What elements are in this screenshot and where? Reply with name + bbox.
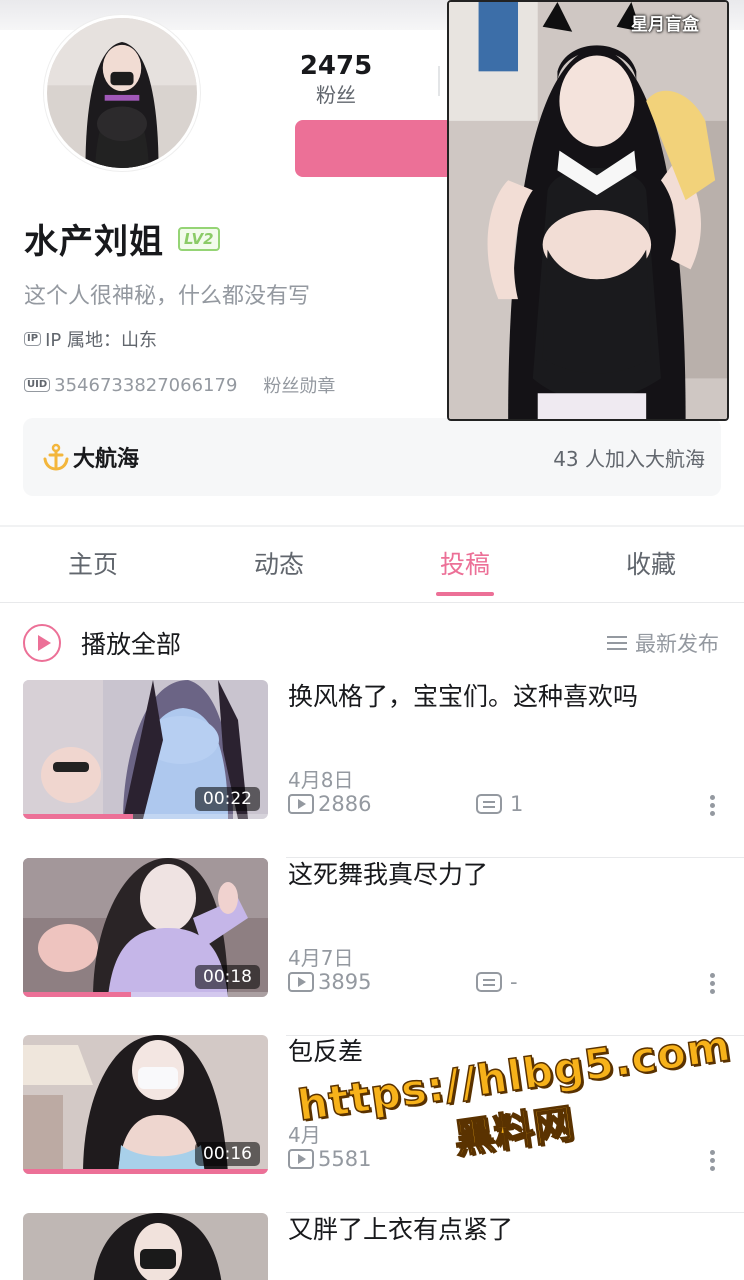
- video-duration: 00:16: [195, 1142, 260, 1166]
- level-badge: LV2: [178, 226, 220, 251]
- video-thumbnail[interactable]: [23, 1213, 268, 1280]
- play-count-icon: [288, 794, 314, 814]
- video-duration: 00:22: [195, 787, 260, 811]
- sort-button[interactable]: 最新发布: [607, 628, 719, 658]
- uid-value[interactable]: 3546733827066179: [54, 375, 237, 396]
- video-stats: 3895 -: [288, 970, 518, 994]
- sort-label: 最新发布: [635, 632, 719, 656]
- floating-ad-image: [449, 2, 727, 419]
- follow-button[interactable]: [295, 120, 455, 177]
- guard-count: 43 人加入大航海: [553, 446, 705, 471]
- bio: 这个人很神秘，什么都没有写: [24, 284, 311, 309]
- watch-progress: [23, 992, 131, 997]
- video-stats: 2886 1: [288, 792, 523, 816]
- play-count: 5581: [318, 1147, 372, 1171]
- video-item[interactable]: 00:18 这死舞我真尽力了 4月7日 3895 -: [0, 858, 744, 1036]
- ip-location-row: IP IP 属地：山东: [24, 326, 157, 352]
- thumbnail-image: [23, 1213, 268, 1280]
- play-count-icon: [288, 972, 314, 992]
- play-all-button[interactable]: 播放全部: [23, 624, 181, 662]
- comment-group: 1: [476, 792, 523, 816]
- uid-row: UID 3546733827066179 粉丝勋章: [24, 372, 335, 398]
- video-thumbnail[interactable]: 00:18: [23, 858, 268, 997]
- video-title[interactable]: 换风格了，宝宝们。这种喜欢吗: [288, 680, 708, 714]
- video-title[interactable]: 又胖了上衣有点紧了: [288, 1213, 708, 1247]
- video-thumbnail[interactable]: 00:22: [23, 680, 268, 819]
- comment-group: -: [476, 970, 518, 994]
- video-date: 4月7日: [288, 946, 354, 970]
- more-menu-icon[interactable]: [708, 792, 716, 819]
- video-item[interactable]: 又胖了上衣有点紧了: [0, 1213, 744, 1280]
- more-menu-icon[interactable]: [708, 970, 716, 997]
- ip-icon: IP: [24, 332, 42, 346]
- watch-progress: [23, 814, 134, 819]
- comment-count: 1: [510, 792, 524, 816]
- video-date: 4月8日: [288, 768, 354, 792]
- watch-progress: [23, 1169, 268, 1174]
- video-stats: 5581: [288, 1147, 371, 1171]
- play-count: 2886: [318, 792, 372, 816]
- followers-label: 粉丝: [316, 83, 356, 107]
- play-circle-icon: [23, 624, 61, 662]
- tab-home[interactable]: 主页: [0, 527, 186, 602]
- list-icon: [607, 632, 627, 654]
- tab-uploads[interactable]: 投稿: [372, 527, 558, 602]
- name-row: 水产刘姐 LV2: [24, 214, 220, 263]
- comment-count: -: [510, 970, 518, 994]
- play-count-icon: [288, 1149, 314, 1169]
- play-count: 3895: [318, 970, 372, 994]
- guard-title: 大航海: [73, 447, 140, 472]
- floating-ad[interactable]: 星月盲盒: [447, 0, 729, 421]
- fan-medal-link[interactable]: 粉丝勋章: [263, 372, 335, 398]
- username: 水产刘姐: [24, 222, 164, 262]
- video-date: 4月: [288, 1123, 321, 1147]
- comment-icon: [476, 794, 502, 814]
- list-header: 播放全部 最新发布: [23, 620, 719, 666]
- comment-icon: [476, 972, 502, 992]
- video-item[interactable]: 00:16 包反差 4月 5581: [0, 1035, 744, 1213]
- guard-panel[interactable]: 大航海 43 人加入大航海: [23, 418, 721, 496]
- guard-left: 大航海: [41, 441, 139, 473]
- tab-favorites[interactable]: 收藏: [558, 527, 744, 602]
- video-item[interactable]: 00:22 换风格了，宝宝们。这种喜欢吗 4月8日 2886 1: [0, 680, 744, 858]
- ip-location: IP 属地：山东: [45, 330, 157, 351]
- avatar-image: [47, 18, 197, 168]
- uid-icon: UID: [24, 378, 51, 392]
- video-thumbnail[interactable]: 00:16: [23, 1035, 268, 1174]
- avatar[interactable]: [44, 15, 200, 171]
- video-title[interactable]: 包反差: [288, 1035, 708, 1069]
- video-title[interactable]: 这死舞我真尽力了: [288, 858, 708, 892]
- followers-stat[interactable]: 2475 粉丝: [286, 50, 386, 108]
- video-duration: 00:18: [195, 965, 260, 989]
- followers-count: 2475: [299, 51, 373, 81]
- floating-ad-title: 星月盲盒: [631, 15, 699, 35]
- more-menu-icon[interactable]: [708, 1147, 716, 1174]
- stat-divider: [438, 66, 440, 96]
- anchor-icon: [43, 443, 69, 471]
- play-all-label: 播放全部: [81, 630, 182, 659]
- tab-dynamics[interactable]: 动态: [186, 527, 372, 602]
- tab-bar: 主页 动态 投稿 收藏: [0, 527, 744, 603]
